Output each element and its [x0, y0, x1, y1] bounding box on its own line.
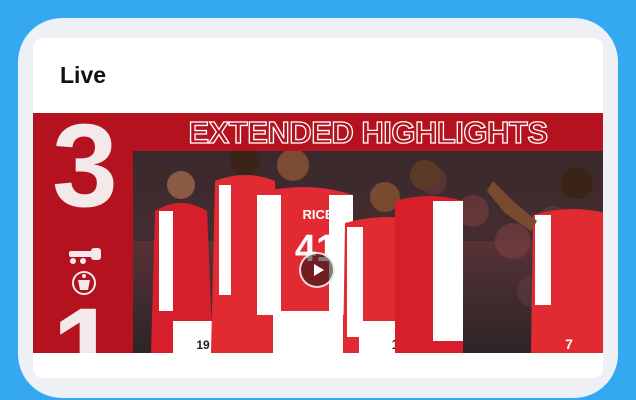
- video-thumbnail: RICE 41 11 7: [133, 146, 603, 353]
- live-card: Live 3 1 EXTENDED HIGHLIGHTS RICE 41 7 1…: [33, 38, 603, 378]
- player-number-7: 7: [565, 336, 573, 352]
- player-number-19: 19: [196, 338, 210, 352]
- away-score: 1: [52, 284, 118, 353]
- card-title: Live: [60, 62, 107, 88]
- home-score: 3: [52, 113, 118, 232]
- arsenal-crest-icon: [69, 248, 101, 264]
- play-icon: [314, 264, 324, 276]
- play-button[interactable]: [299, 252, 335, 288]
- banner-title: EXTENDED HIGHLIGHTS: [188, 114, 549, 150]
- players-illustration: RICE 41 11 7: [133, 146, 603, 353]
- video-player[interactable]: 3 1 EXTENDED HIGHLIGHTS RICE 41 7 19: [33, 113, 603, 353]
- player-name-text: RICE: [302, 207, 333, 222]
- score-sidebar: 3 1: [33, 113, 133, 353]
- highlights-banner: EXTENDED HIGHLIGHTS: [133, 113, 603, 151]
